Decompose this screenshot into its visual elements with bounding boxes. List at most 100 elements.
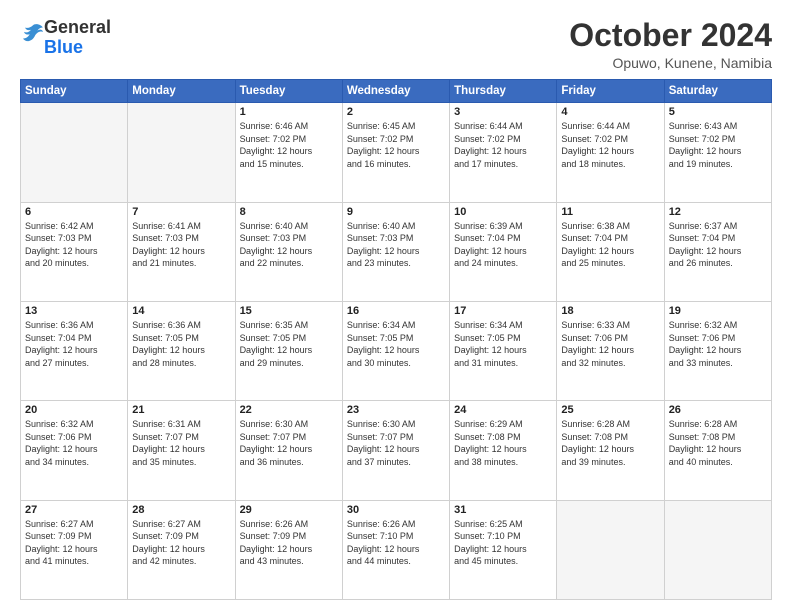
- weekday-header-thursday: Thursday: [450, 80, 557, 103]
- calendar-cell: 2Sunrise: 6:45 AM Sunset: 7:02 PM Daylig…: [342, 103, 449, 202]
- cell-info: Sunrise: 6:30 AM Sunset: 7:07 PM Dayligh…: [240, 418, 338, 468]
- cell-info: Sunrise: 6:44 AM Sunset: 7:02 PM Dayligh…: [454, 120, 552, 170]
- title-block: October 2024 Opuwo, Kunene, Namibia: [569, 18, 772, 71]
- calendar-week-3: 13 Sunrise: 6:36 AM Sunset: 7:04 PM Dayli…: [21, 301, 772, 400]
- logo-bird-icon: [22, 22, 44, 44]
- day-number: 23: [347, 404, 445, 416]
- calendar-cell: 3 Sunrise: 6:44 AM Sunset: 7:02 PM Daylig…: [450, 103, 557, 202]
- weekday-header-saturday: Saturday: [664, 80, 771, 103]
- calendar-cell: 10 Sunrise: 6:39 AM Sunset: 7:04 PM Dayli…: [450, 202, 557, 301]
- cell-info: Sunrise: 6:30 AM Sunset: 7:07 PM Dayligh…: [347, 418, 445, 468]
- calendar-cell: 16Sunrise: 6:34 AM Sunset: 7:05 PM Dayli…: [342, 301, 449, 400]
- day-number: 9: [347, 206, 445, 218]
- day-number: 18: [561, 305, 659, 317]
- cell-info: Sunrise: 6:28 AM Sunset: 7:08 PM Dayligh…: [561, 418, 659, 468]
- header: General Blue October 2024 Opuwo, Kunene,…: [20, 18, 772, 71]
- calendar-cell: 29 Sunrise: 6:26 AM Sunset: 7:09 PM Dayli…: [235, 500, 342, 599]
- calendar-cell: 30Sunrise: 6:26 AM Sunset: 7:10 PM Dayli…: [342, 500, 449, 599]
- calendar-cell: [21, 103, 128, 202]
- weekday-header-tuesday: Tuesday: [235, 80, 342, 103]
- logo: General Blue: [20, 18, 111, 58]
- calendar-week-1: 1 Sunrise: 6:46 AM Sunset: 7:02 PM Daylig…: [21, 103, 772, 202]
- cell-info: Sunrise: 6:32 AM Sunset: 7:06 PM Dayligh…: [25, 418, 123, 468]
- calendar-cell: 14Sunrise: 6:36 AM Sunset: 7:05 PM Dayli…: [128, 301, 235, 400]
- calendar-cell: 4Sunrise: 6:44 AM Sunset: 7:02 PM Daylig…: [557, 103, 664, 202]
- day-number: 17: [454, 305, 552, 317]
- cell-info: Sunrise: 6:36 AM Sunset: 7:04 PM Dayligh…: [25, 319, 123, 369]
- cell-info: Sunrise: 6:44 AM Sunset: 7:02 PM Dayligh…: [561, 120, 659, 170]
- day-number: 21: [132, 404, 230, 416]
- calendar-cell: 24Sunrise: 6:29 AM Sunset: 7:08 PM Dayli…: [450, 401, 557, 500]
- calendar-cell: 1 Sunrise: 6:46 AM Sunset: 7:02 PM Daylig…: [235, 103, 342, 202]
- cell-info: Sunrise: 6:27 AM Sunset: 7:09 PM Dayligh…: [132, 518, 230, 568]
- cell-info: Sunrise: 6:34 AM Sunset: 7:05 PM Dayligh…: [454, 319, 552, 369]
- calendar-cell: [664, 500, 771, 599]
- calendar-cell: 13 Sunrise: 6:36 AM Sunset: 7:04 PM Dayli…: [21, 301, 128, 400]
- day-number: 3: [454, 106, 552, 118]
- day-number: 13: [25, 305, 123, 317]
- location-subtitle: Opuwo, Kunene, Namibia: [569, 55, 772, 71]
- cell-info: Sunrise: 6:25 AM Sunset: 7:10 PM Dayligh…: [454, 518, 552, 568]
- cell-info: Sunrise: 6:42 AM Sunset: 7:03 PM Dayligh…: [25, 220, 123, 270]
- calendar-week-5: 27 Sunrise: 6:27 AM Sunset: 7:09 PM Dayli…: [21, 500, 772, 599]
- page: General Blue October 2024 Opuwo, Kunene,…: [0, 0, 792, 612]
- calendar-cell: 17 Sunrise: 6:34 AM Sunset: 7:05 PM Dayli…: [450, 301, 557, 400]
- calendar-cell: 26 Sunrise: 6:28 AM Sunset: 7:08 PM Dayli…: [664, 401, 771, 500]
- cell-info: Sunrise: 6:27 AM Sunset: 7:09 PM Dayligh…: [25, 518, 123, 568]
- day-number: 25: [561, 404, 659, 416]
- cell-info: Sunrise: 6:40 AM Sunset: 7:03 PM Dayligh…: [347, 220, 445, 270]
- cell-info: Sunrise: 6:36 AM Sunset: 7:05 PM Dayligh…: [132, 319, 230, 369]
- calendar-cell: 11Sunrise: 6:38 AM Sunset: 7:04 PM Dayli…: [557, 202, 664, 301]
- cell-info: Sunrise: 6:26 AM Sunset: 7:09 PM Dayligh…: [240, 518, 338, 568]
- weekday-header-monday: Monday: [128, 80, 235, 103]
- weekday-header-friday: Friday: [557, 80, 664, 103]
- day-number: 26: [669, 404, 767, 416]
- calendar-cell: 18 Sunrise: 6:33 AM Sunset: 7:06 PM Dayli…: [557, 301, 664, 400]
- day-number: 10: [454, 206, 552, 218]
- day-number: 12: [669, 206, 767, 218]
- cell-info: Sunrise: 6:34 AM Sunset: 7:05 PM Dayligh…: [347, 319, 445, 369]
- weekday-header-row: SundayMondayTuesdayWednesdayThursdayFrid…: [21, 80, 772, 103]
- day-number: 7: [132, 206, 230, 218]
- cell-info: Sunrise: 6:33 AM Sunset: 7:06 PM Dayligh…: [561, 319, 659, 369]
- calendar-table: SundayMondayTuesdayWednesdayThursdayFrid…: [20, 79, 772, 600]
- cell-info: Sunrise: 6:28 AM Sunset: 7:08 PM Dayligh…: [669, 418, 767, 468]
- day-number: 22: [240, 404, 338, 416]
- day-number: 29: [240, 504, 338, 516]
- calendar-cell: 8 Sunrise: 6:40 AM Sunset: 7:03 PM Daylig…: [235, 202, 342, 301]
- calendar-cell: [557, 500, 664, 599]
- calendar-cell: 21 Sunrise: 6:31 AM Sunset: 7:07 PM Dayli…: [128, 401, 235, 500]
- day-number: 19: [669, 305, 767, 317]
- cell-info: Sunrise: 6:40 AM Sunset: 7:03 PM Dayligh…: [240, 220, 338, 270]
- day-number: 8: [240, 206, 338, 218]
- day-number: 30: [347, 504, 445, 516]
- calendar-cell: 7Sunrise: 6:41 AM Sunset: 7:03 PM Daylig…: [128, 202, 235, 301]
- calendar-cell: 22 Sunrise: 6:30 AM Sunset: 7:07 PM Dayli…: [235, 401, 342, 500]
- calendar-cell: 12Sunrise: 6:37 AM Sunset: 7:04 PM Dayli…: [664, 202, 771, 301]
- day-number: 28: [132, 504, 230, 516]
- day-number: 24: [454, 404, 552, 416]
- calendar-cell: 5 Sunrise: 6:43 AM Sunset: 7:02 PM Daylig…: [664, 103, 771, 202]
- day-number: 20: [25, 404, 123, 416]
- day-number: 1: [240, 106, 338, 118]
- calendar-cell: 19Sunrise: 6:32 AM Sunset: 7:06 PM Dayli…: [664, 301, 771, 400]
- calendar-cell: 9 Sunrise: 6:40 AM Sunset: 7:03 PM Daylig…: [342, 202, 449, 301]
- calendar-cell: 27 Sunrise: 6:27 AM Sunset: 7:09 PM Dayli…: [21, 500, 128, 599]
- cell-info: Sunrise: 6:31 AM Sunset: 7:07 PM Dayligh…: [132, 418, 230, 468]
- day-number: 27: [25, 504, 123, 516]
- weekday-header-sunday: Sunday: [21, 80, 128, 103]
- calendar-cell: 15 Sunrise: 6:35 AM Sunset: 7:05 PM Dayli…: [235, 301, 342, 400]
- logo-blue-text: Blue: [44, 37, 83, 57]
- calendar-cell: 28 Sunrise: 6:27 AM Sunset: 7:09 PM Dayli…: [128, 500, 235, 599]
- logo-general-text: General: [44, 17, 111, 37]
- weekday-header-wednesday: Wednesday: [342, 80, 449, 103]
- cell-info: Sunrise: 6:43 AM Sunset: 7:02 PM Dayligh…: [669, 120, 767, 170]
- day-number: 31: [454, 504, 552, 516]
- cell-info: Sunrise: 6:46 AM Sunset: 7:02 PM Dayligh…: [240, 120, 338, 170]
- day-number: 15: [240, 305, 338, 317]
- cell-info: Sunrise: 6:35 AM Sunset: 7:05 PM Dayligh…: [240, 319, 338, 369]
- day-number: 5: [669, 106, 767, 118]
- cell-info: Sunrise: 6:39 AM Sunset: 7:04 PM Dayligh…: [454, 220, 552, 270]
- calendar-cell: 20 Sunrise: 6:32 AM Sunset: 7:06 PM Dayli…: [21, 401, 128, 500]
- day-number: 2: [347, 106, 445, 118]
